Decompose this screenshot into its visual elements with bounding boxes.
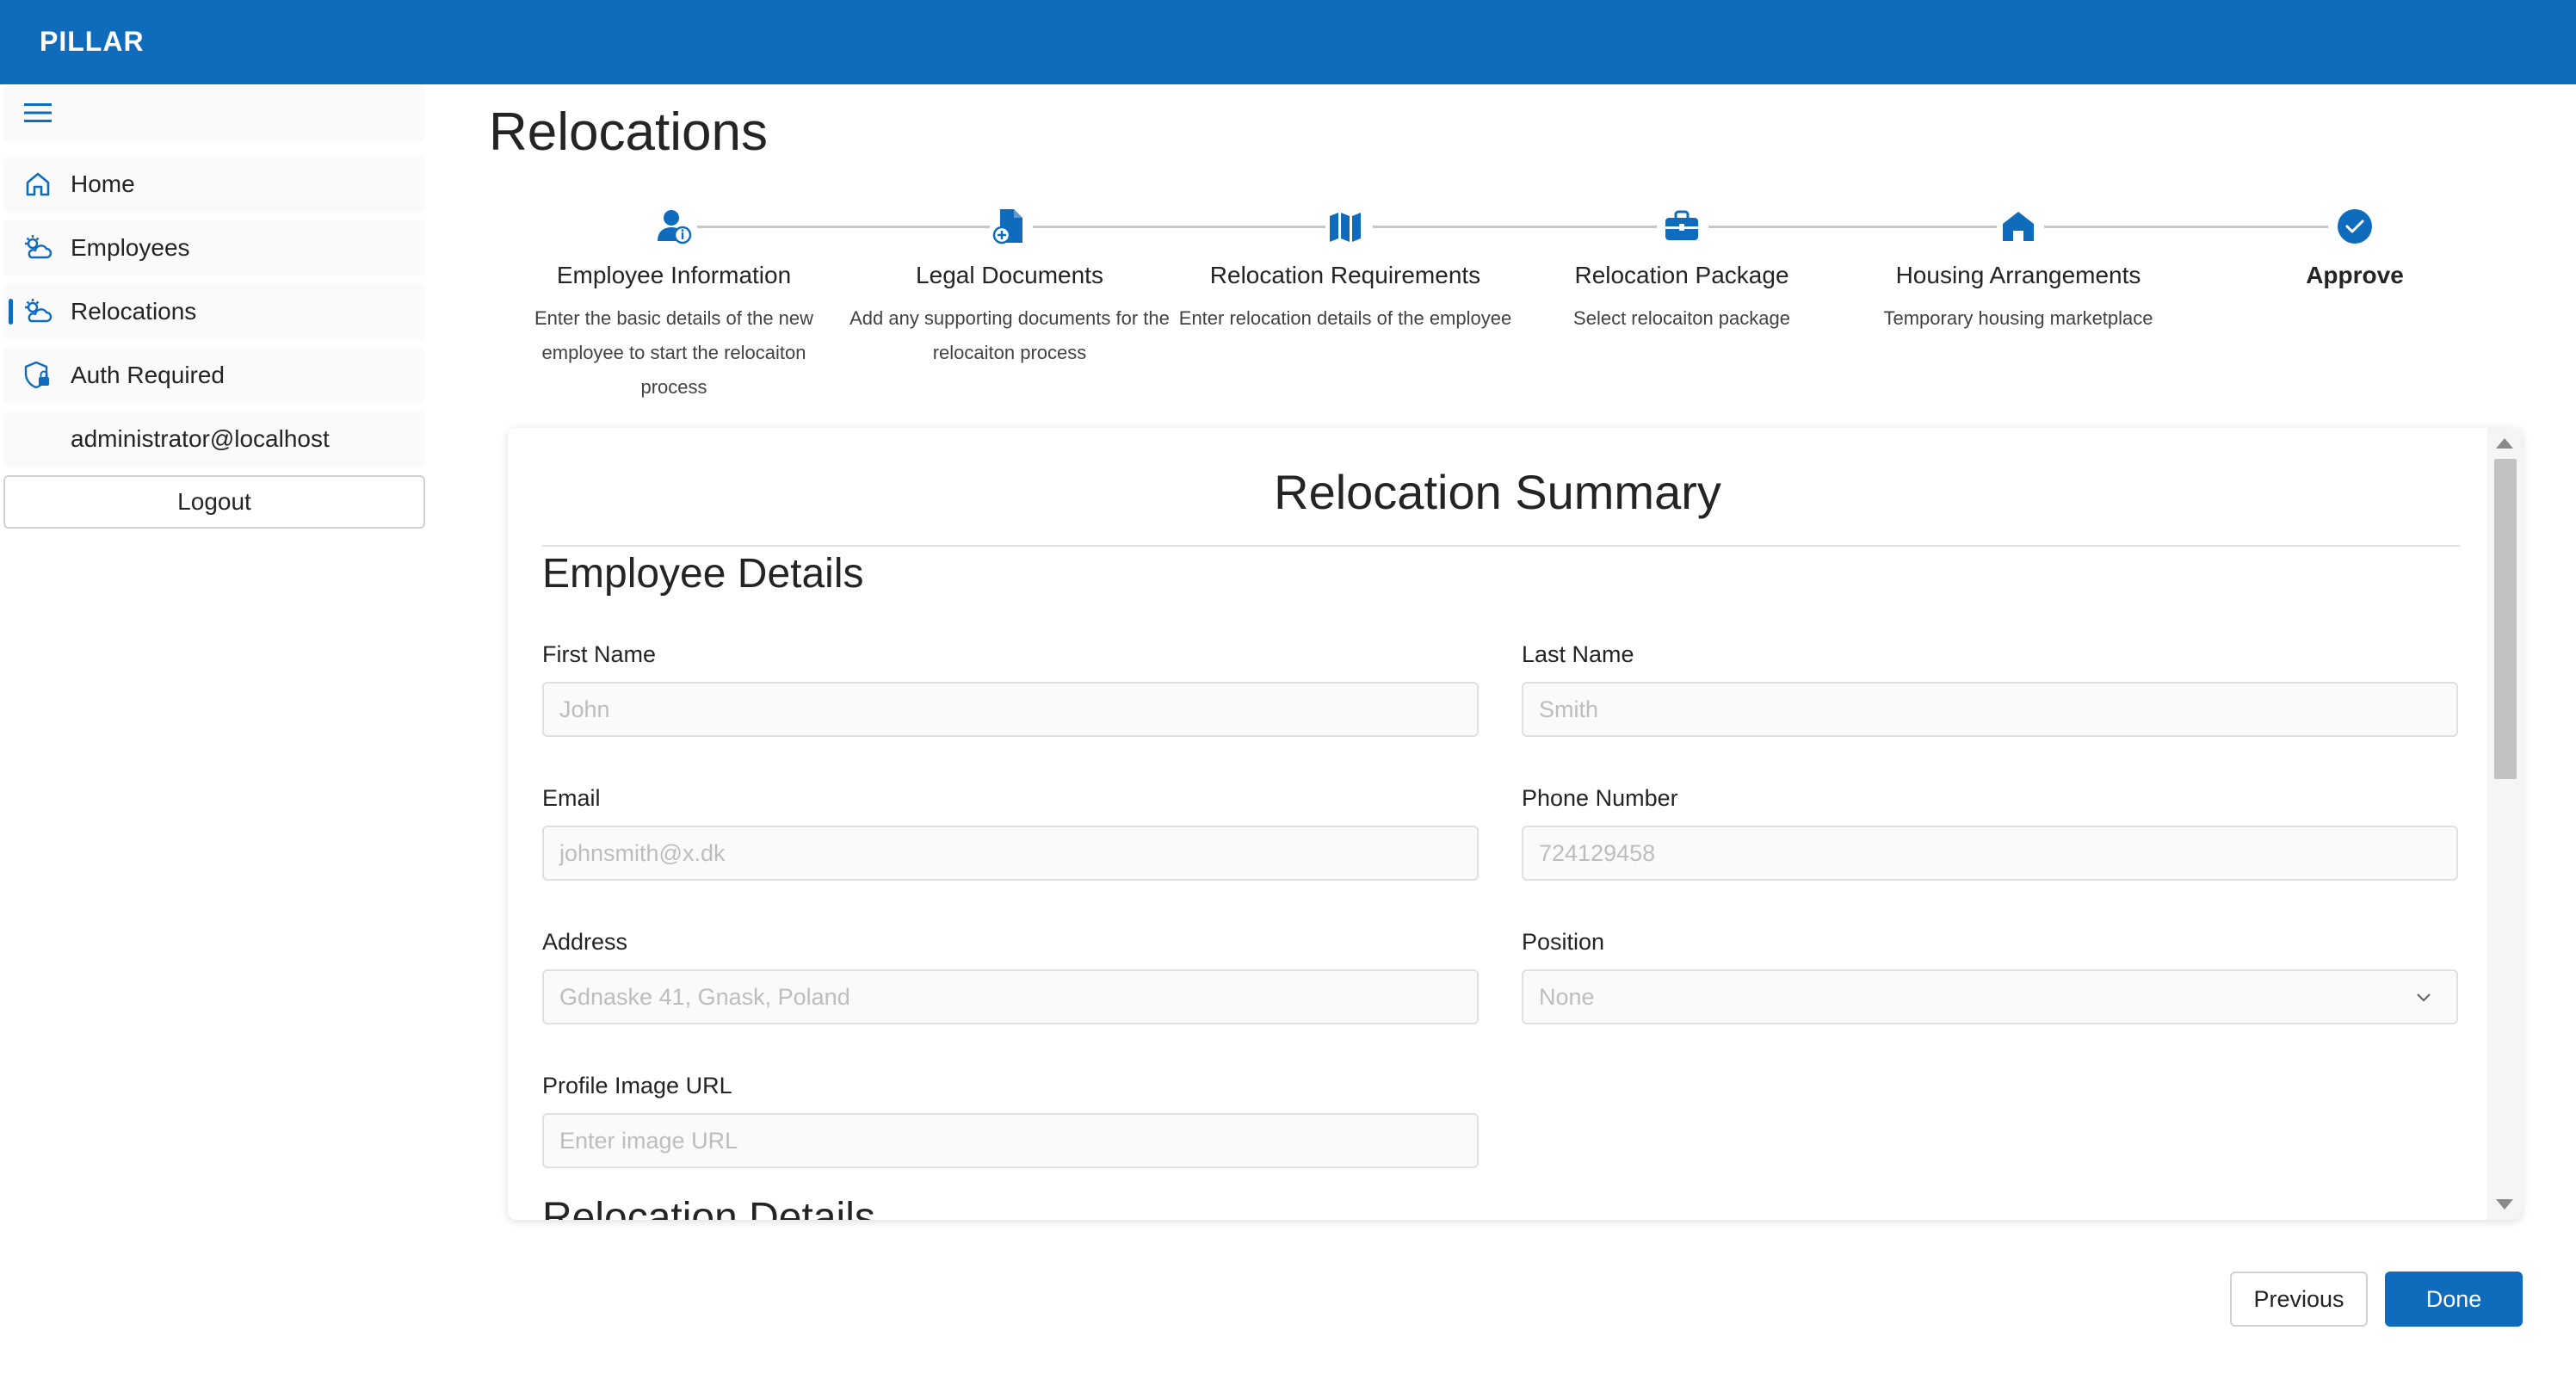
first-name-field[interactable]: John: [542, 682, 1479, 737]
step-description: Enter the basic details of the new emplo…: [534, 307, 814, 398]
hamburger-icon: [21, 96, 55, 130]
step-housing-arrangements[interactable]: Housing Arrangements Temporary housing m…: [1850, 198, 2186, 336]
step-description: Enter relocation details of the employee: [1178, 307, 1512, 329]
house-icon: [1997, 205, 2040, 248]
step-title: Approve: [2306, 262, 2404, 288]
address-value: Gdnaske 41, Gnask, Poland: [559, 983, 850, 1010]
profile-image-url-label: Profile Image URL: [542, 1073, 732, 1098]
hamburger-menu-button[interactable]: [3, 84, 425, 141]
relocation-details-heading: Relocation Details: [542, 1195, 875, 1220]
relocation-summary-card[interactable]: Relocation Summary Employee Details Firs…: [508, 428, 2522, 1220]
profile-image-url-field[interactable]: Enter image URL: [542, 1113, 1479, 1168]
profile-image-url-placeholder: Enter image URL: [559, 1127, 738, 1154]
document-add-icon: [988, 205, 1031, 248]
person-info-icon: [652, 205, 695, 248]
step-relocation-requirements[interactable]: Relocation Requirements Enter relocation…: [1177, 198, 1513, 336]
first-name-value: John: [559, 696, 610, 722]
employee-details-heading: Employee Details: [542, 551, 864, 597]
current-user: administrator@localhost: [3, 411, 425, 467]
user-email: administrator@localhost: [71, 425, 330, 452]
step-title: Relocation Requirements: [1209, 262, 1481, 288]
done-button[interactable]: Done: [2385, 1272, 2523, 1327]
sidebar-item-label: Home: [71, 170, 135, 197]
step-legal-documents[interactable]: Legal Documents Add any supporting docum…: [842, 198, 1177, 370]
address-label: Address: [542, 929, 628, 955]
email-label: Email: [542, 785, 601, 811]
previous-button[interactable]: Previous: [2230, 1272, 2368, 1327]
phone-number-value: 724129458: [1539, 839, 1656, 866]
scroll-up-arrow-icon[interactable]: [2496, 438, 2513, 449]
position-label: Position: [1522, 929, 1605, 955]
summary-title: Relocation Summary: [1274, 465, 1721, 519]
step-description: Temporary housing marketplace: [1883, 307, 2153, 329]
position-select[interactable]: None: [1522, 969, 2458, 1024]
step-approve[interactable]: Approve: [2187, 198, 2523, 301]
wizard-stepper: Employee Information Enter the basic det…: [0, 198, 2576, 405]
address-field[interactable]: Gdnaske 41, Gnask, Poland: [542, 969, 1479, 1024]
top-app-bar: PILLAR: [0, 0, 2576, 84]
step-relocation-package[interactable]: Relocation Package Select relocaiton pac…: [1514, 198, 1850, 336]
step-title: Relocation Package: [1574, 262, 1789, 288]
email-field[interactable]: johnsmith@x.dk: [542, 826, 1479, 881]
last-name-field[interactable]: Smith: [1522, 682, 2458, 737]
step-description: Select relocaiton package: [1573, 307, 1790, 329]
summary-scroll-area: Relocation Summary Employee Details Firs…: [508, 428, 2487, 1220]
step-title: Legal Documents: [916, 262, 1103, 288]
last-name-label: Last Name: [1522, 641, 1634, 667]
brand-logo[interactable]: PILLAR: [40, 26, 145, 58]
first-name-label: First Name: [542, 641, 657, 667]
step-description: Add any supporting documents for the rel…: [849, 307, 1170, 363]
scroll-down-arrow-icon[interactable]: [2496, 1199, 2513, 1210]
scrollbar-thumb[interactable]: [2494, 459, 2517, 779]
step-title: Employee Information: [556, 262, 792, 288]
home-icon: [21, 167, 55, 201]
phone-number-label: Phone Number: [1522, 785, 1678, 811]
phone-number-field[interactable]: 724129458: [1522, 826, 2458, 881]
step-employee-information[interactable]: Employee Information Enter the basic det…: [506, 198, 842, 405]
divider: [542, 545, 2460, 547]
vertical-scrollbar[interactable]: [2487, 428, 2522, 1220]
page-title: Relocations: [489, 102, 768, 162]
checkmark-circle-icon: [2333, 205, 2376, 248]
step-title: Housing Arrangements: [1895, 262, 2141, 288]
email-value: johnsmith@x.dk: [559, 839, 726, 866]
last-name-value: Smith: [1539, 696, 1599, 722]
logout-button[interactable]: Logout: [3, 475, 425, 529]
briefcase-icon: [1660, 205, 1703, 248]
position-value: None: [1539, 983, 1595, 1010]
chevron-down-icon: [2413, 987, 2434, 1013]
map-icon: [1324, 205, 1367, 248]
